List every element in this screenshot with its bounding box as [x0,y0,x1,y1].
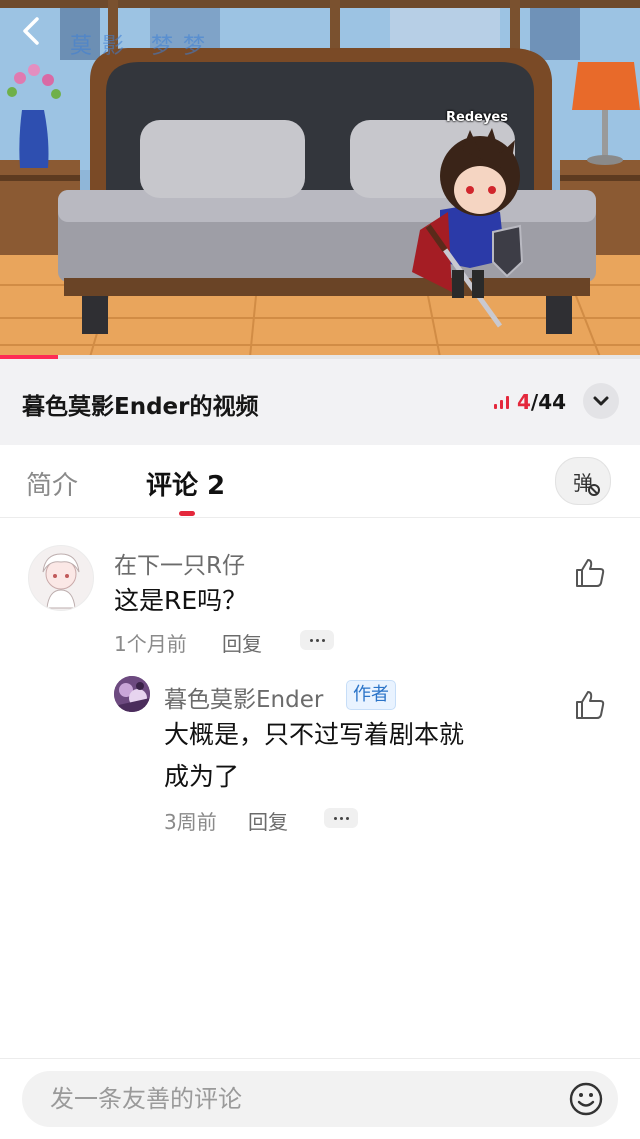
reply-author[interactable]: 暮色莫影Ender [164,680,323,714]
video-player[interactable]: 莫影 梦梦 Redeyes [0,0,640,357]
playlist-counter: 4 / 44 [494,390,566,414]
playlist-separator: / [530,390,539,414]
thumbs-up-icon [576,691,605,719]
comment-time: 1个月前 [114,632,187,656]
thumbs-up-icon [576,559,605,587]
playlist-total-count: 44 [538,390,567,414]
reply-time: 3周前 [164,810,217,834]
playlist-bar[interactable]: 暮色莫影Ender的视频 4 / 44 [0,359,640,445]
back-button[interactable] [14,14,48,48]
reply-like-button[interactable] [573,688,607,722]
comment-input[interactable] [22,1071,618,1127]
avatar-image [42,553,80,609]
back-icon [23,17,39,45]
reply-text-line1: 大概是，只不过写着剧本就 [164,720,465,749]
author-badge: 作者 [346,680,396,710]
comment-more-button[interactable] [300,630,334,650]
video-watermark: 莫影 梦梦 [70,34,215,59]
comment-author[interactable]: 在下一只R仔 [114,546,245,580]
comment-input-bar [0,1058,640,1139]
avatar-image [114,676,150,712]
emoji-icon [569,1082,603,1116]
avatar[interactable] [114,676,150,712]
avatar[interactable] [28,545,94,611]
danmaku-toggle-button[interactable]: 弹 [555,457,611,505]
chart-bars-icon [494,395,509,409]
reply-text-line2: 成为了 [164,762,240,791]
tab-comments[interactable]: 评论 2 [146,465,225,502]
playlist-current-index: 4 [517,390,531,414]
tab-intro[interactable]: 简介 [26,465,78,502]
danmaku-off-icon [588,484,600,496]
comment-reply-button[interactable]: 回复 [222,628,262,657]
comment-text: 这是RE吗？ [114,586,248,615]
comment-like-button[interactable] [573,556,607,590]
video-character-label: Redeyes [446,110,508,125]
chevron-down-icon [593,396,609,406]
reply-reply-button[interactable]: 回复 [248,806,288,835]
active-tab-indicator [179,511,195,516]
reply-more-button[interactable] [324,808,358,828]
emoji-button[interactable] [568,1081,604,1117]
playlist-title: 暮色莫影Ender的视频 [22,394,259,420]
playlist-expand-button[interactable] [583,383,619,419]
content-tabs: 简介 评论 2 弹 [0,445,640,518]
